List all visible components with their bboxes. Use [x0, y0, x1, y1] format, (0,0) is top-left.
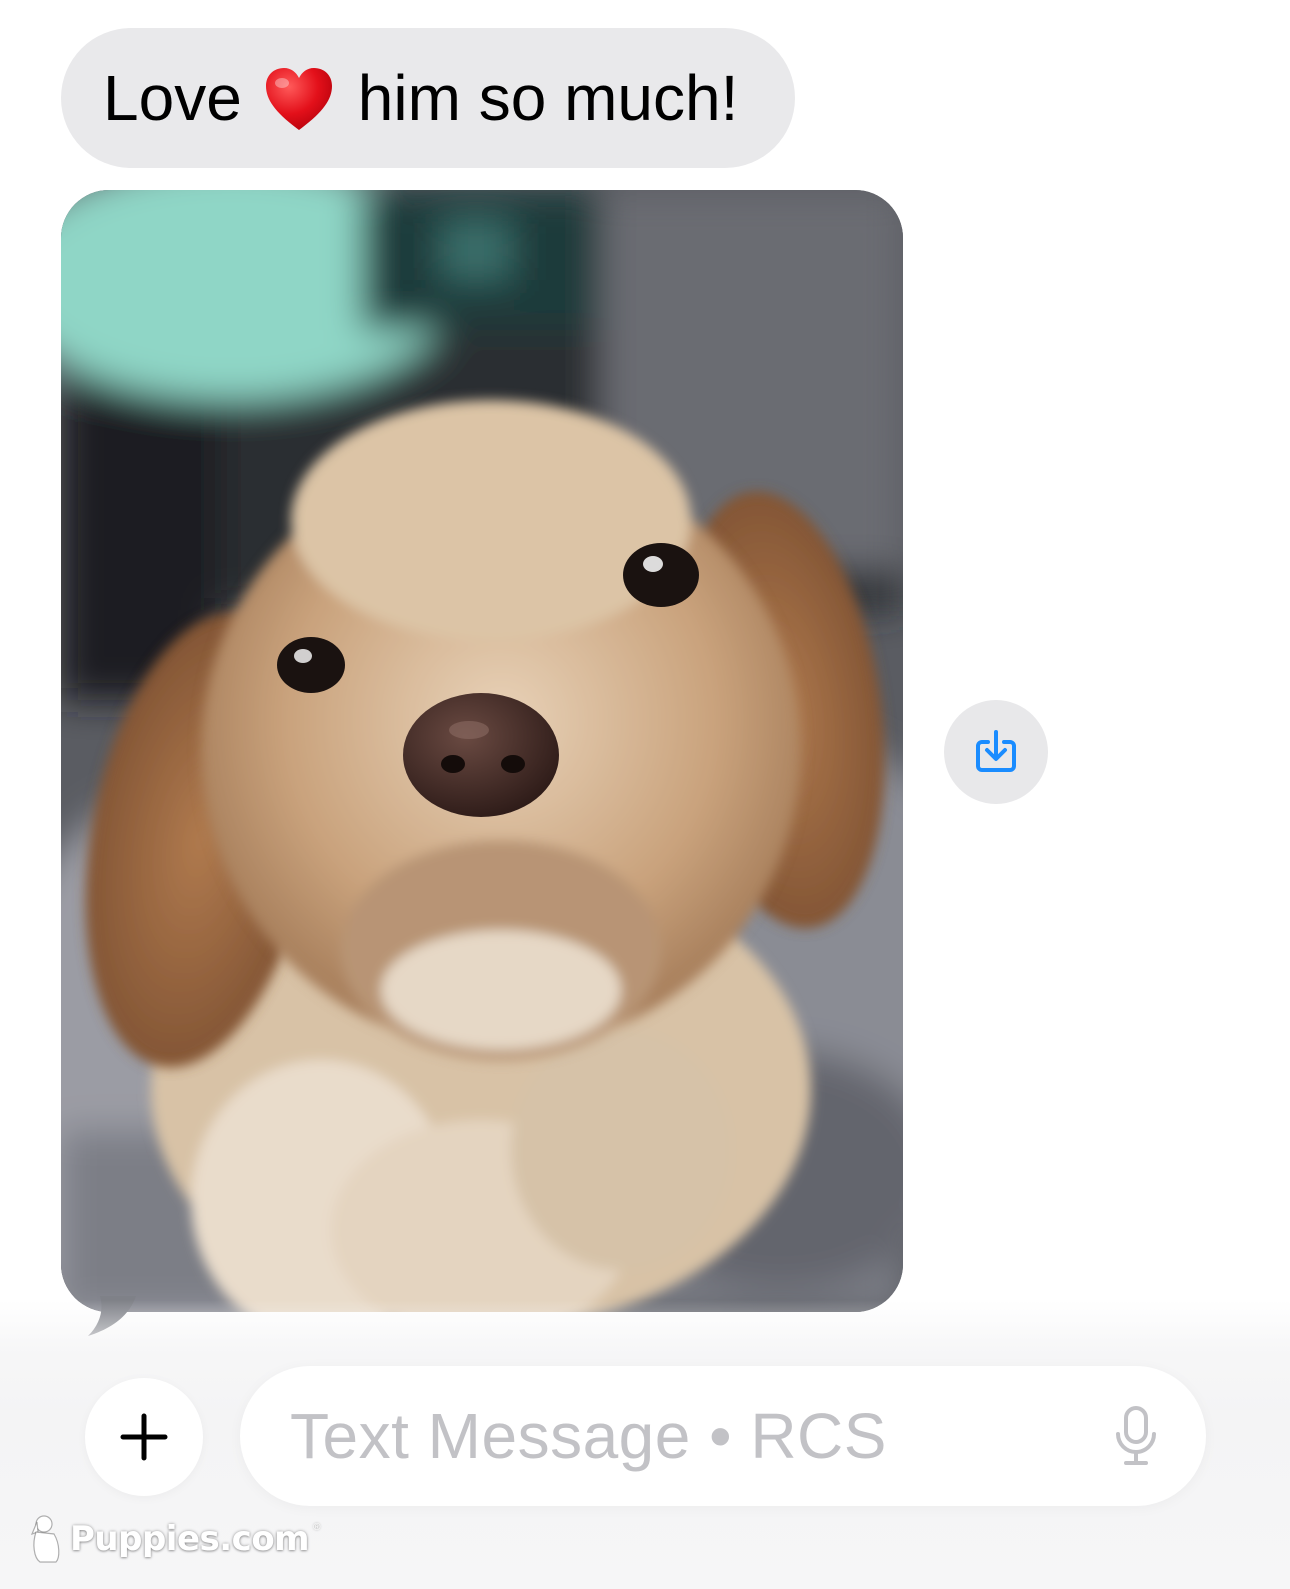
watermark-brand: Puppies.com: [70, 1519, 310, 1559]
dictation-button[interactable]: [1106, 1406, 1166, 1466]
message-text-start: Love: [103, 62, 242, 134]
puppy-silhouette-logo-icon: [30, 1515, 60, 1563]
plus-icon: [120, 1413, 168, 1461]
received-image-message[interactable]: [61, 190, 903, 1312]
message-input-placeholder: Text Message • RCS: [290, 1400, 887, 1472]
save-image-button[interactable]: [944, 700, 1048, 804]
add-attachment-button[interactable]: [85, 1378, 203, 1496]
message-input-field[interactable]: Text Message • RCS: [240, 1366, 1206, 1506]
puppy-photo: [61, 190, 903, 1312]
download-to-tray-icon: [976, 730, 1016, 772]
puppies-watermark: Puppies.com ®: [26, 1512, 320, 1566]
microphone-icon: [1116, 1406, 1156, 1465]
message-text-end: him so much!: [357, 62, 739, 134]
received-message-bubble[interactable]: Love him so much!: [61, 28, 795, 168]
watermark-registered-mark: ®: [313, 1522, 321, 1533]
red-heart-emoji-icon: [264, 67, 334, 133]
